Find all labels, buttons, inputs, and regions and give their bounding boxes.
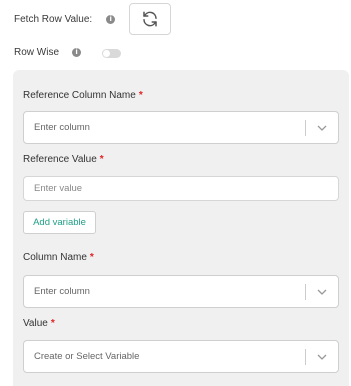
required-marker: * [89, 252, 94, 263]
reference-column-name-select[interactable]: Enter column [23, 111, 339, 144]
chevron-down-icon[interactable] [316, 351, 328, 363]
add-variable-button[interactable]: Add variable [23, 211, 96, 234]
reference-value-placeholder: Enter value [34, 183, 83, 194]
required-marker: * [50, 318, 55, 329]
toggle-knob [103, 50, 110, 57]
reference-column-name-placeholder: Enter column [34, 122, 90, 133]
reference-value-label: Reference Value * [23, 154, 104, 165]
reference-column-name-text: Reference Column Name [23, 90, 136, 101]
fetch-row-value-label: Fetch Row Value: [14, 13, 93, 25]
column-name-placeholder: Enter column [34, 286, 90, 297]
chevron-down-icon[interactable] [316, 286, 328, 298]
value-placeholder: Create or Select Variable [34, 351, 140, 362]
column-name-text: Column Name [23, 252, 87, 263]
row-wise-label: Row Wise [14, 46, 60, 58]
info-icon[interactable]: i [106, 14, 116, 24]
refresh-icon [143, 11, 157, 27]
fetch-row-value-row: Fetch Row Value: i [14, 4, 116, 34]
reference-value-text: Reference Value [23, 154, 97, 165]
required-marker: * [138, 90, 143, 101]
row-wise-toggle[interactable] [102, 49, 121, 58]
chevron-down-icon[interactable] [316, 122, 328, 134]
select-separator [305, 120, 306, 136]
column-name-select[interactable]: Enter column [23, 275, 339, 308]
value-select[interactable]: Create or Select Variable [23, 340, 339, 373]
select-separator [305, 284, 306, 300]
select-separator [305, 349, 306, 365]
value-text: Value [23, 318, 48, 329]
column-name-label: Column Name * [23, 252, 94, 263]
refresh-button[interactable] [129, 3, 171, 35]
required-marker: * [99, 154, 104, 165]
row-wise-row: Row Wise i [14, 44, 82, 60]
reference-value-input[interactable]: Enter value [23, 176, 339, 201]
info-icon[interactable]: i [72, 47, 82, 57]
value-label: Value * [23, 318, 55, 329]
reference-column-name-label: Reference Column Name * [23, 90, 143, 101]
